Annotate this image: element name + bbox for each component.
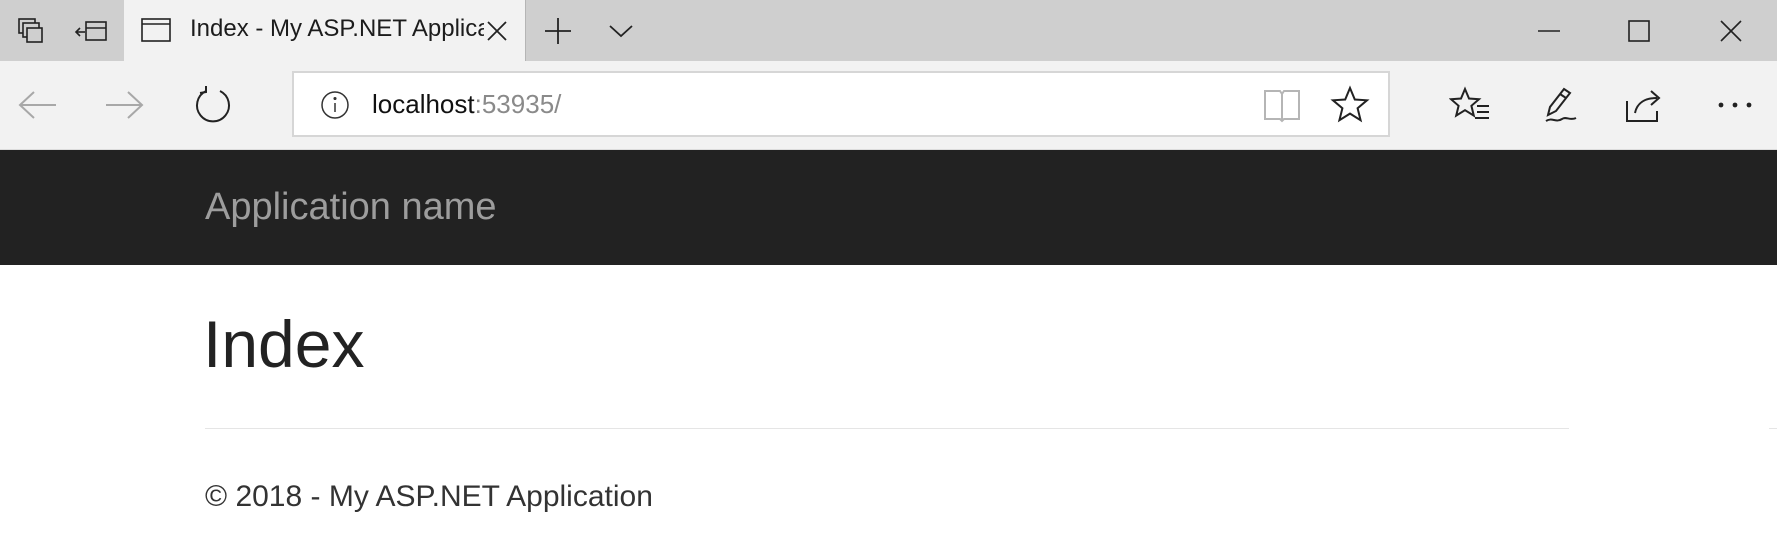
tab-actions-icon [17,17,45,45]
back-arrow-icon [18,90,58,120]
set-aside-tabs-button[interactable] [60,0,122,61]
close-icon [486,20,508,42]
new-tab-button[interactable] [527,0,589,61]
tab-actions-button[interactable] [0,0,62,61]
divider-stub [1769,428,1777,429]
page-icon [140,16,172,44]
close-window-button[interactable] [1688,0,1774,61]
more-icon [1717,101,1753,109]
address-bar[interactable]: localhost:53935/ [292,71,1390,137]
favorites-list-icon [1449,86,1491,124]
content-divider [205,428,1569,429]
url-port-path: :53935/ [474,89,562,119]
star-icon[interactable] [1330,85,1370,125]
chevron-down-icon [608,23,634,39]
forward-button[interactable] [86,61,162,149]
close-tab-button[interactable] [480,14,514,48]
set-aside-tabs-icon [74,19,108,43]
minimize-button[interactable] [1506,0,1592,61]
minimize-icon [1538,29,1560,33]
share-icon [1625,87,1667,123]
favorites-hub-button[interactable] [1432,61,1508,149]
more-button[interactable] [1697,61,1773,149]
maximize-icon [1628,19,1650,42]
close-window-icon [1720,19,1742,42]
tab-divider [525,0,526,61]
tab-active[interactable]: Index - My ASP.NET Application [124,0,526,61]
back-button[interactable] [0,61,76,149]
brand-link[interactable]: Application name [205,150,497,265]
browser-titlebar: Index - My ASP.NET Application [0,0,1777,61]
plus-icon [544,17,572,45]
pen-icon [1540,85,1580,125]
web-note-button[interactable] [1522,61,1598,149]
info-icon[interactable] [320,90,350,120]
forward-arrow-icon [104,90,144,120]
tab-title: Index - My ASP.NET Application [190,15,484,42]
site-navbar: Application name [0,150,1777,265]
reading-view-icon[interactable] [1262,87,1302,123]
maximize-button[interactable] [1596,0,1682,61]
address-url[interactable]: localhost:53935/ [372,73,561,135]
tab-preview-button[interactable] [590,0,652,61]
url-host: localhost [372,89,475,119]
refresh-button[interactable] [176,61,252,149]
refresh-icon [194,85,234,125]
page-title: Index [203,307,365,381]
share-button[interactable] [1608,61,1684,149]
browser-navbar: localhost:53935/ [0,61,1777,150]
footer-copyright: © 2018 - My ASP.NET Application [205,480,653,513]
